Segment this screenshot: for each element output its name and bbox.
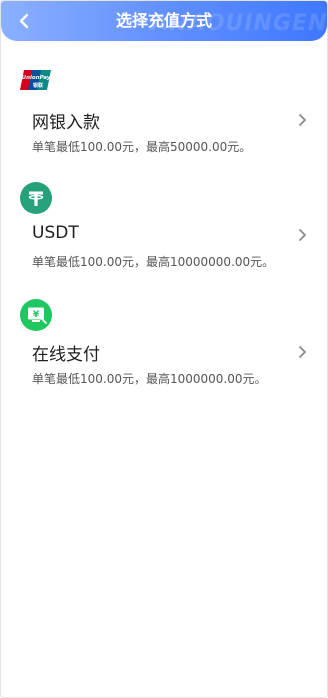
recharge-method-screen: ANAOUINGEN 选择充值方式 UnionPay 银联 网银入款 单笔最低1… (0, 0, 328, 698)
chevron-right-icon (297, 112, 309, 128)
svg-text:UnionPay: UnionPay (22, 75, 51, 81)
unionpay-icon: UnionPay 银联 (20, 67, 52, 99)
page-title: 选择充值方式 (115, 11, 212, 30)
tether-icon (20, 182, 52, 214)
method-limit: 单笔最低100.00元，最高10000000.00元。 (32, 255, 275, 269)
payment-method-usdt[interactable]: USDT 单笔最低100.00元，最高10000000.00元。 (1, 182, 327, 286)
payment-method-online[interactable]: ¥ 在线支付 单笔最低100.00元，最高1000000.00元。 (1, 299, 327, 403)
method-limit: 单笔最低100.00元，最高50000.00元。 (32, 140, 252, 154)
chevron-right-icon (297, 227, 309, 243)
online-payment-icon: ¥ (20, 299, 52, 331)
svg-text:¥: ¥ (33, 310, 40, 320)
top-header: ANAOUINGEN 选择充值方式 (1, 1, 327, 41)
method-name: 在线支付 (32, 345, 100, 365)
chevron-right-icon (297, 344, 309, 360)
method-limit: 单笔最低100.00元，最高1000000.00元。 (32, 372, 267, 386)
method-name: USDT (32, 223, 79, 243)
svg-text:银联: 银联 (32, 82, 43, 89)
payment-method-unionpay[interactable]: UnionPay 银联 网银入款 单笔最低100.00元，最高50000.00元… (1, 67, 327, 171)
method-name: 网银入款 (32, 113, 100, 133)
